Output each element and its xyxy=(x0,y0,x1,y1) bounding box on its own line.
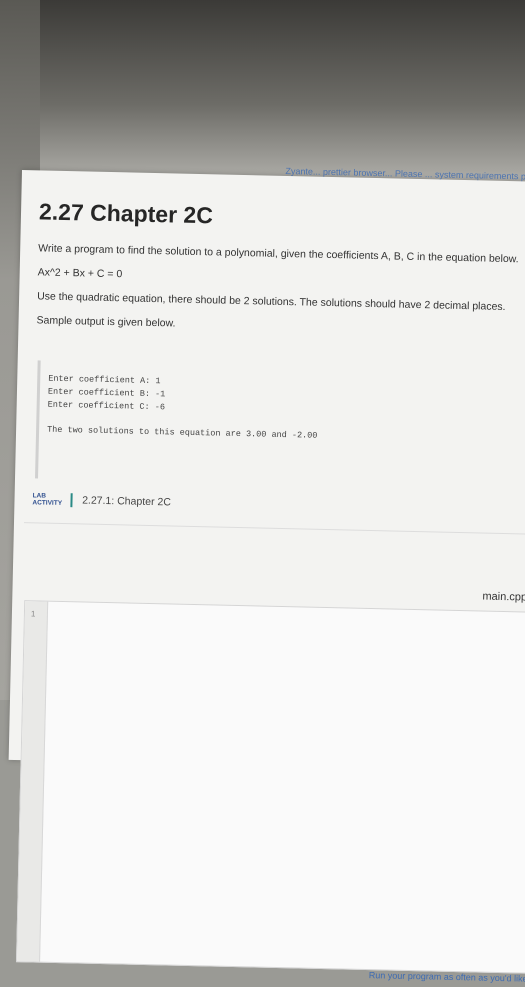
section-title: 2.27 Chapter 2C xyxy=(38,198,214,229)
photo-background-top xyxy=(0,0,525,190)
instruction-text: Use the quadratic equation, there should… xyxy=(37,290,506,314)
lab-activity-header: LAB ACTIVITY 2.27.1: Chapter 2C xyxy=(32,492,171,509)
filename-label: main.cpp xyxy=(482,590,525,604)
lab-tag-line: ACTIVITY xyxy=(32,499,63,507)
problem-intro: Write a program to find the solution to … xyxy=(38,242,519,266)
code-editor[interactable]: 1 xyxy=(16,600,525,974)
lab-activity-title: 2.27.1: Chapter 2C xyxy=(82,494,171,509)
equation-text: Ax^2 + Bx + C = 0 xyxy=(37,266,123,281)
sample-label: Sample output is given below. xyxy=(36,314,176,330)
run-program-hint: Run your program as often as you'd like,… xyxy=(368,970,525,987)
lab-activity-tag: LAB ACTIVITY xyxy=(32,492,73,508)
sample-output-block: Enter coefficient A: 1 Enter coefficient… xyxy=(35,360,349,486)
editor-gutter: 1 xyxy=(17,601,49,962)
zybook-page: Zyante... prettier browser... Please ...… xyxy=(8,166,525,987)
line-number: 1 xyxy=(30,609,36,619)
divider xyxy=(23,522,525,536)
